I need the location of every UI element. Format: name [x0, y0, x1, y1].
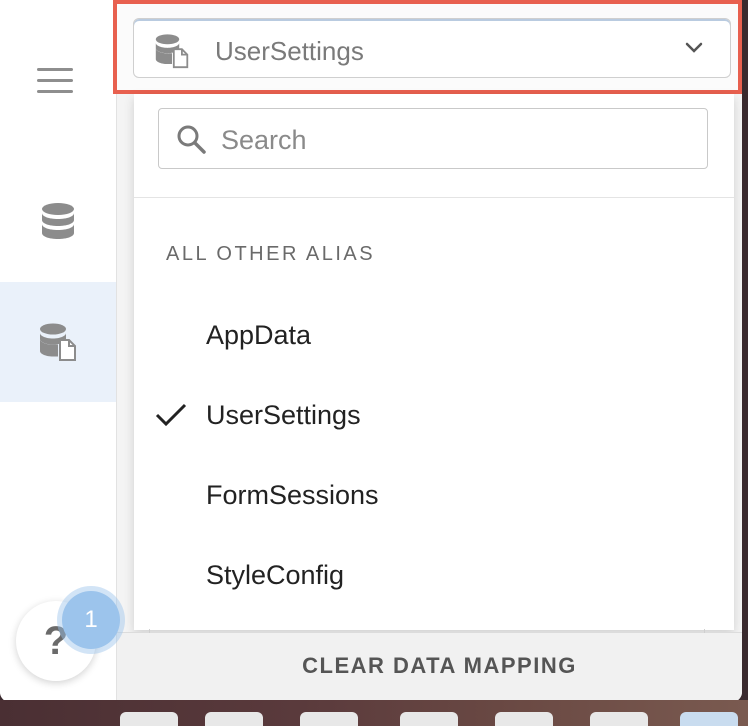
chevron-down-icon[interactable] [684, 41, 704, 55]
alias-selector[interactable]: UserSettings [133, 18, 731, 78]
app-window: UserSettings ALL OTHER ALIAS AppData Use… [0, 0, 742, 702]
taskbar-tile [400, 712, 458, 726]
taskbar-tile [590, 712, 648, 726]
database-file-icon [40, 323, 76, 361]
section-title: ALL OTHER ALIAS [166, 243, 376, 265]
search-icon [177, 125, 206, 154]
database-file-icon [155, 34, 189, 69]
checkmark-icon [155, 403, 187, 427]
option-appdata[interactable]: AppData [134, 296, 734, 376]
option-label: AppData [206, 320, 312, 350]
notification-badge[interactable]: 1 [62, 591, 120, 649]
database-icon [42, 203, 74, 239]
clear-data-mapping-button[interactable]: CLEAR DATA MAPPING [117, 653, 742, 679]
menu-icon[interactable] [37, 68, 73, 96]
os-taskbar-strip [0, 700, 748, 726]
alias-dropdown: ALL OTHER ALIAS AppData UserSettings For… [134, 94, 734, 630]
option-label: FormSessions [206, 480, 379, 510]
footer-bar: CLEAR DATA MAPPING [117, 629, 742, 702]
taskbar-tile [300, 712, 358, 726]
option-label: StyleConfig [206, 560, 345, 590]
taskbar-tile [205, 712, 263, 726]
taskbar-tile [120, 712, 178, 726]
selected-alias-value: UserSettings [215, 36, 364, 66]
search-input[interactable] [219, 121, 693, 159]
option-formsessions[interactable]: FormSessions [134, 456, 734, 536]
footer-tab-outline [149, 629, 705, 633]
option-usersettings[interactable]: UserSettings [134, 376, 734, 456]
option-styleconfig[interactable]: StyleConfig [134, 536, 734, 616]
taskbar-tile [495, 712, 553, 726]
nav-item-database[interactable] [0, 162, 116, 282]
search-field[interactable] [158, 108, 708, 169]
nav-item-database-file[interactable] [0, 282, 116, 402]
option-label: UserSettings [206, 400, 361, 430]
taskbar-tile [680, 712, 738, 726]
divider [134, 197, 734, 198]
